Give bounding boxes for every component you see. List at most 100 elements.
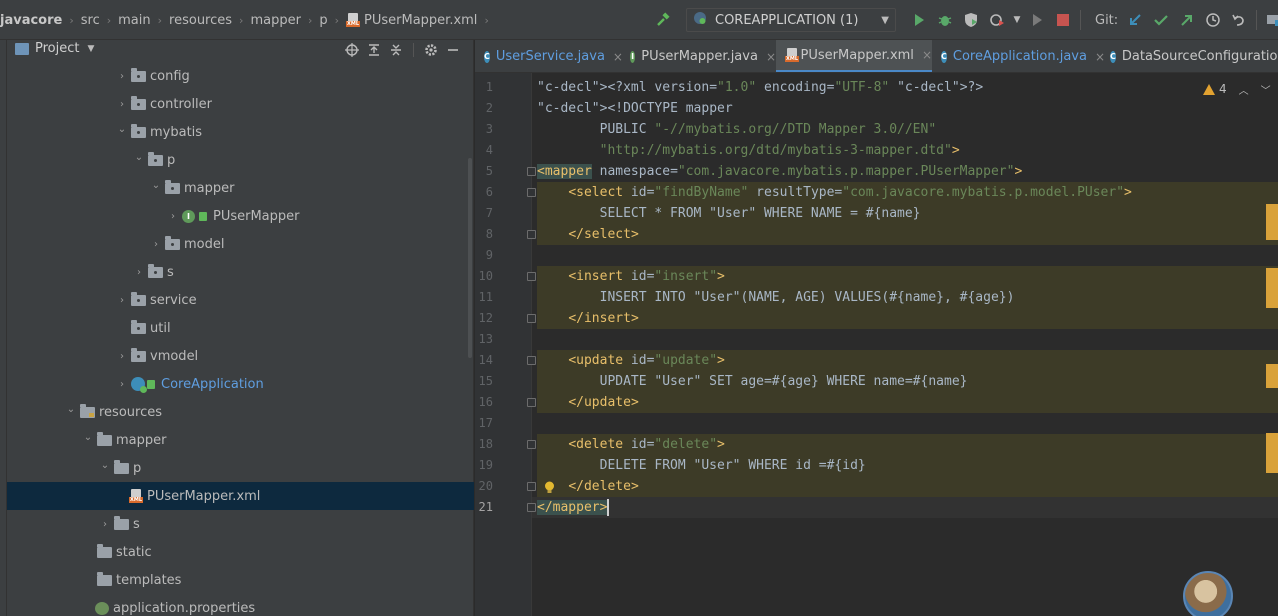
fold-marker-icon[interactable] (527, 272, 536, 281)
code-line[interactable]: "c-decl"><?xml version="1.0" encoding="U… (537, 77, 983, 98)
breadcrumb-item[interactable]: p (319, 13, 327, 28)
chevron-right-icon[interactable]: › (115, 295, 129, 306)
code-line[interactable]: "http://mybatis.org/dtd/mybatis-3-mapper… (537, 140, 960, 161)
code-line[interactable]: </insert> (537, 308, 638, 329)
tab-coreapplication-java[interactable]: C CoreApplication.java × (932, 40, 1105, 72)
chevron-right-icon[interactable]: › (149, 239, 163, 250)
tree-item[interactable]: ⌄ p (7, 454, 474, 482)
breadcrumb-file[interactable]: PUserMapper.xml (364, 13, 477, 28)
fold-marker-icon[interactable] (527, 314, 536, 323)
avatar[interactable] (1183, 571, 1233, 616)
tree-item[interactable]: › s (7, 258, 474, 286)
chevron-right-icon[interactable]: › (115, 71, 129, 82)
gear-icon[interactable] (420, 40, 442, 60)
error-stripe-mark[interactable] (1266, 204, 1278, 240)
chevron-down-icon[interactable]: ﹀ (1261, 82, 1271, 97)
error-stripe-mark[interactable] (1266, 433, 1278, 473)
fold-marker-icon[interactable] (527, 440, 536, 449)
chevron-down-icon[interactable]: ⌄ (64, 404, 78, 415)
debug-bug-icon[interactable] (933, 8, 957, 32)
attach-run-icon[interactable] (1025, 8, 1049, 32)
chevron-right-icon[interactable]: › (115, 379, 129, 390)
tree-item[interactable]: ⌄ mybatis (7, 118, 474, 146)
tab-datasourceconfiguration-java[interactable]: C DataSourceConfiguration.java (1101, 40, 1278, 72)
project-structure-icon[interactable] (1262, 8, 1278, 32)
close-icon[interactable]: × (766, 50, 776, 64)
tree-item[interactable]: static (7, 538, 474, 566)
tree-item[interactable]: › I PUserMapper (7, 202, 474, 230)
fold-marker-icon[interactable] (527, 230, 536, 239)
collapse-all-icon[interactable] (385, 40, 407, 60)
code-line[interactable]: <insert id="insert"> (537, 266, 725, 287)
tree-item[interactable]: › service (7, 286, 474, 314)
code-line[interactable]: <delete id="delete"> (537, 434, 725, 455)
code-line[interactable]: SELECT * FROM "User" WHERE NAME = #{name… (537, 203, 921, 224)
tree-item[interactable]: ⌄ mapper (7, 174, 474, 202)
breadcrumb-item[interactable]: src (81, 13, 100, 28)
tree-item[interactable]: ⌄ p (7, 146, 474, 174)
fold-marker-icon[interactable] (527, 398, 536, 407)
fold-marker-icon[interactable] (527, 188, 536, 197)
breadcrumb-item[interactable]: main (118, 13, 150, 28)
code-line[interactable]: INSERT INTO "User"(NAME, AGE) VALUES(#{n… (537, 287, 1015, 308)
tree-item[interactable]: › CoreApplication (7, 370, 474, 398)
code-line[interactable]: DELETE FROM "User" WHERE id =#{id} (537, 455, 866, 476)
run-icon[interactable] (907, 8, 931, 32)
chevron-down-icon[interactable]: ⌄ (98, 460, 112, 471)
code-line[interactable]: </update> (537, 392, 638, 413)
more-run-options-chevron-icon[interactable]: ▼ (1011, 8, 1023, 32)
tree-item[interactable]: › config (7, 62, 474, 90)
breadcrumb-item[interactable]: javacore (0, 13, 62, 28)
tree-item[interactable]: › controller (7, 90, 474, 118)
tab-userservice-java[interactable]: C UserService.java × (475, 40, 623, 72)
code-line[interactable]: "c-decl"><!DOCTYPE mapper (537, 98, 733, 119)
lightbulb-icon[interactable] (544, 481, 555, 494)
chevron-right-icon[interactable]: › (166, 211, 180, 222)
fold-marker-icon[interactable] (527, 482, 536, 491)
chevron-right-icon[interactable]: › (132, 267, 146, 278)
chevron-down-icon[interactable]: ⌄ (132, 152, 146, 163)
close-icon[interactable]: × (922, 48, 932, 62)
expand-all-icon[interactable] (363, 40, 385, 60)
breadcrumb-item[interactable]: mapper (250, 13, 300, 28)
chevron-down-icon[interactable]: ⌄ (149, 180, 163, 191)
tab-pusermapper-xml[interactable]: XML PUserMapper.xml × (776, 40, 932, 72)
inspection-widget[interactable]: 4 ︿ ﹀ (1203, 79, 1271, 99)
chevron-down-icon[interactable]: ⌄ (81, 432, 95, 443)
chevron-down-icon[interactable]: ⌄ (115, 124, 129, 135)
fold-marker-icon[interactable] (527, 356, 536, 365)
code-line[interactable]: <select id="findByName" resultType="com.… (537, 182, 1132, 203)
stop-icon[interactable] (1051, 8, 1075, 32)
project-view-selector[interactable]: Project ▼ (15, 41, 94, 56)
git-push-arrow-icon[interactable] (1175, 8, 1199, 32)
code-line[interactable]: PUBLIC "-//mybatis.org//DTD Mapper 3.0//… (537, 119, 937, 140)
error-stripe-mark[interactable] (1266, 364, 1278, 388)
locate-target-icon[interactable] (341, 40, 363, 60)
code-line[interactable]: </select> (537, 224, 638, 245)
chevron-right-icon[interactable]: › (98, 519, 112, 530)
tab-pusermapper-java[interactable]: I PUserMapper.java × (621, 40, 776, 72)
breadcrumb-item[interactable]: resources (169, 13, 232, 28)
fold-marker-icon[interactable] (527, 503, 536, 512)
chevron-right-icon[interactable]: › (115, 351, 129, 362)
tree-item[interactable]: util (7, 314, 474, 342)
fold-marker-icon[interactable] (527, 167, 536, 176)
tree-item[interactable]: ⌄ resources (7, 398, 474, 426)
minimize-icon[interactable] (442, 40, 464, 60)
tree-item[interactable]: application.properties (7, 594, 474, 616)
code-line[interactable]: <update id="update"> (537, 350, 725, 371)
tree-item[interactable]: › vmodel (7, 342, 474, 370)
tree-item[interactable]: › model (7, 230, 474, 258)
code-line[interactable]: <mapper namespace="com.javacore.mybatis.… (537, 161, 1022, 182)
tree-item[interactable]: ⌄ mapper (7, 426, 474, 454)
git-commit-check-icon[interactable] (1149, 8, 1173, 32)
tree-item[interactable]: XML PUserMapper.xml (7, 482, 474, 510)
run-configuration-select[interactable]: COREAPPLICATION (1) ▼ (686, 8, 896, 32)
code-line[interactable]: UPDATE "User" SET age=#{age} WHERE name=… (537, 371, 968, 392)
history-clock-icon[interactable] (1201, 8, 1225, 32)
error-stripe-mark[interactable] (1266, 268, 1278, 308)
git-update-arrow-icon[interactable] (1123, 8, 1147, 32)
chevron-up-icon[interactable]: ︿ (1239, 82, 1249, 97)
rollback-undo-icon[interactable] (1227, 8, 1251, 32)
tree-item[interactable]: › s (7, 510, 474, 538)
